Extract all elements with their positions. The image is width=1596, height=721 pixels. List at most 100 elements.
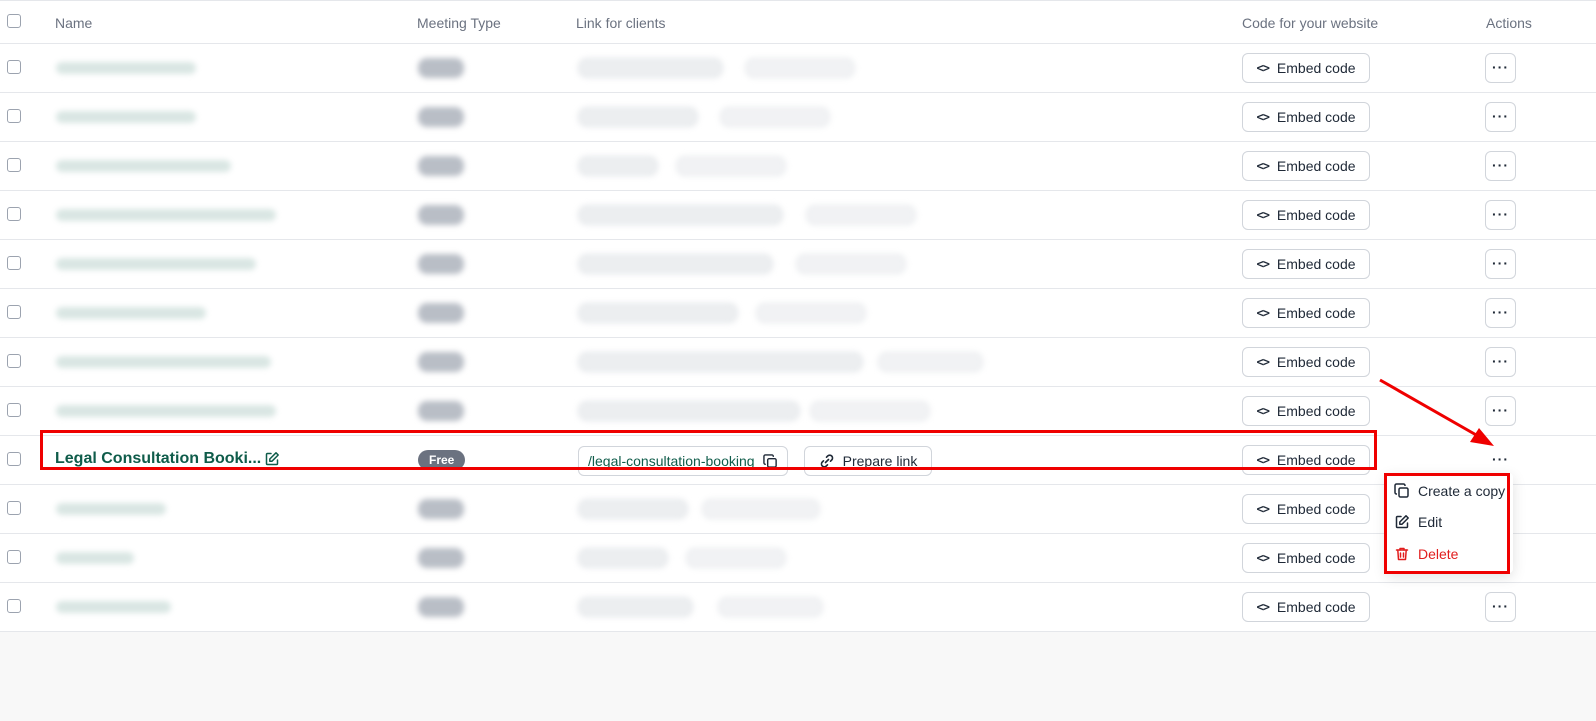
- more-actions-button[interactable]: ···: [1485, 249, 1516, 279]
- event-types-table: Name Meeting Type Link for clients Code …: [0, 0, 1596, 632]
- menu-item-delete[interactable]: Delete: [1394, 542, 1458, 566]
- more-actions-button[interactable]: ···: [1485, 53, 1516, 83]
- row-checkbox[interactable]: [7, 550, 21, 564]
- row-checkbox[interactable]: [7, 109, 21, 123]
- menu-item-edit[interactable]: Edit: [1394, 510, 1442, 534]
- row-checkbox[interactable]: [7, 501, 21, 515]
- code-icon: <>: [1256, 110, 1269, 124]
- redacted-prepare-link: [720, 107, 830, 127]
- more-actions-button[interactable]: ···: [1485, 592, 1516, 622]
- redacted-name: [56, 356, 271, 368]
- embed-code-button[interactable]: <> Embed code: [1242, 445, 1370, 475]
- redacted-meeting-type: [418, 254, 464, 274]
- more-actions-button[interactable]: ···: [1485, 298, 1516, 328]
- row-checkbox[interactable]: [7, 452, 21, 466]
- column-header-name[interactable]: Name: [55, 15, 92, 31]
- redacted-link: [578, 401, 800, 421]
- column-header-meeting-type[interactable]: Meeting Type: [417, 15, 501, 31]
- code-icon: <>: [1256, 208, 1269, 222]
- redacted-name: [56, 62, 196, 74]
- client-link-text: /legal-consultation-booking: [588, 453, 755, 469]
- redacted-name: [56, 258, 256, 270]
- row-checkbox[interactable]: [7, 599, 21, 613]
- code-icon: <>: [1256, 453, 1269, 467]
- redacted-meeting-type: [418, 303, 464, 323]
- embed-code-button[interactable]: <> Embed code: [1242, 396, 1370, 426]
- embed-code-button[interactable]: <> Embed code: [1242, 200, 1370, 230]
- redacted-link: [578, 254, 773, 274]
- row-checkbox[interactable]: [7, 207, 21, 221]
- redacted-prepare-link: [796, 254, 906, 274]
- event-title[interactable]: Legal Consultation Booki...: [55, 450, 261, 468]
- prepare-link-button[interactable]: Prepare link: [804, 446, 932, 476]
- more-actions-button[interactable]: ···: [1485, 396, 1516, 426]
- client-link-field[interactable]: /legal-consultation-booking: [578, 446, 788, 476]
- table-row: <> Embed code: [0, 534, 1596, 583]
- more-actions-button[interactable]: ···: [1485, 200, 1516, 230]
- redacted-link: [578, 499, 688, 519]
- embed-code-button[interactable]: <> Embed code: [1242, 592, 1370, 622]
- embed-code-label: Embed code: [1276, 550, 1356, 566]
- code-icon: <>: [1256, 551, 1269, 565]
- row-checkbox[interactable]: [7, 256, 21, 270]
- embed-code-label: Embed code: [1276, 599, 1356, 615]
- embed-code-label: Embed code: [1276, 207, 1356, 223]
- redacted-name: [56, 405, 276, 417]
- table-row-legal-consultation[interactable]: Legal Consultation Booki... Free /legal-…: [0, 436, 1596, 485]
- table-row: <> Embed code ···: [0, 44, 1596, 93]
- redacted-prepare-link: [686, 548, 786, 568]
- select-all-checkbox[interactable]: [7, 14, 21, 28]
- redacted-link: [578, 156, 658, 176]
- column-header-code: Code for your website: [1242, 15, 1379, 31]
- redacted-name: [56, 307, 206, 319]
- code-icon: <>: [1256, 404, 1269, 418]
- more-actions-button[interactable]: ···: [1485, 347, 1516, 377]
- redacted-meeting-type: [418, 107, 464, 127]
- edit-icon[interactable]: [264, 451, 280, 467]
- redacted-meeting-type: [418, 597, 464, 617]
- menu-item-label: Create a copy: [1418, 483, 1506, 499]
- price-badge: Free: [418, 450, 466, 470]
- more-actions-button[interactable]: ···: [1485, 102, 1516, 132]
- embed-code-label: Embed code: [1276, 60, 1356, 76]
- embed-code-label: Embed code: [1276, 305, 1356, 321]
- redacted-name: [56, 503, 166, 515]
- redacted-link: [578, 107, 698, 127]
- table-row: <> Embed code ···: [0, 93, 1596, 142]
- embed-code-button[interactable]: <> Embed code: [1242, 543, 1370, 573]
- code-icon: <>: [1256, 502, 1269, 516]
- embed-code-button[interactable]: <> Embed code: [1242, 347, 1370, 377]
- redacted-meeting-type: [418, 352, 464, 372]
- row-checkbox[interactable]: [7, 354, 21, 368]
- menu-item-create-copy[interactable]: Create a copy: [1394, 479, 1505, 503]
- embed-code-button[interactable]: <> Embed code: [1242, 494, 1370, 524]
- embed-code-button[interactable]: <> Embed code: [1242, 298, 1370, 328]
- redacted-link: [578, 597, 693, 617]
- embed-code-button[interactable]: <> Embed code: [1242, 151, 1370, 181]
- redacted-name: [56, 209, 276, 221]
- embed-code-button[interactable]: <> Embed code: [1242, 249, 1370, 279]
- row-checkbox[interactable]: [7, 158, 21, 172]
- code-icon: <>: [1256, 61, 1269, 75]
- redacted-prepare-link: [810, 401, 930, 421]
- actions-dropdown-menu: Create a copy Edit Delete: [1386, 473, 1513, 573]
- embed-code-label: Embed code: [1276, 158, 1356, 174]
- row-checkbox[interactable]: [7, 60, 21, 74]
- more-actions-button-active[interactable]: ···: [1485, 445, 1516, 475]
- table-row: <> Embed code ···: [0, 142, 1596, 191]
- prepare-link-label: Prepare link: [842, 453, 918, 469]
- embed-code-label: Embed code: [1276, 452, 1356, 468]
- copy-icon: [1394, 483, 1410, 499]
- embed-code-label: Embed code: [1276, 256, 1356, 272]
- redacted-prepare-link: [702, 499, 820, 519]
- redacted-prepare-link: [745, 58, 855, 78]
- embed-code-button[interactable]: <> Embed code: [1242, 102, 1370, 132]
- more-actions-button[interactable]: ···: [1485, 151, 1516, 181]
- row-checkbox[interactable]: [7, 305, 21, 319]
- trash-icon: [1394, 546, 1410, 562]
- embed-code-button[interactable]: <> Embed code: [1242, 53, 1370, 83]
- redacted-prepare-link: [676, 156, 786, 176]
- copy-icon[interactable]: [762, 453, 778, 469]
- row-checkbox[interactable]: [7, 403, 21, 417]
- table-row: <> Embed code ···: [0, 583, 1596, 632]
